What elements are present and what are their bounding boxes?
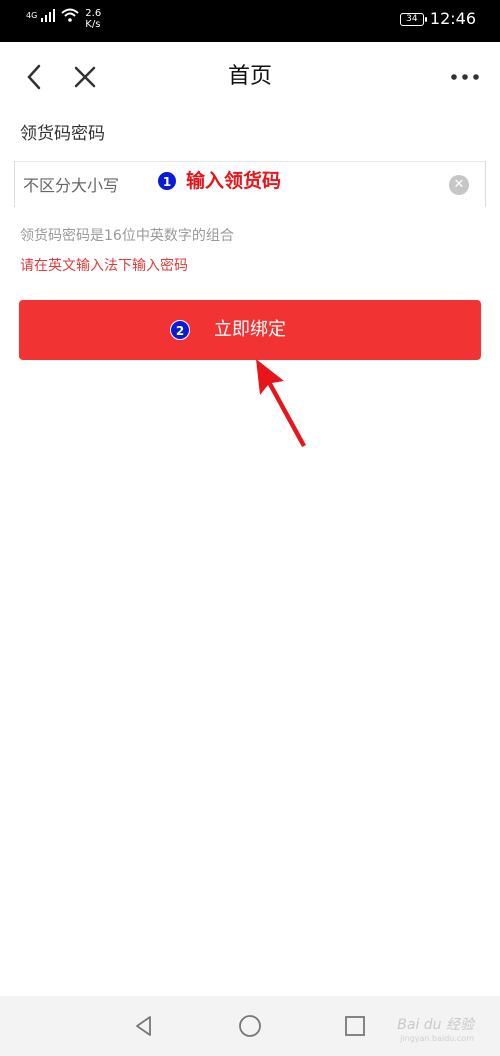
- more-dots-icon[interactable]: [448, 62, 482, 92]
- square-recent-icon[interactable]: [343, 1014, 367, 1038]
- hint-input-method: 请在英文输入法下输入密码: [20, 258, 188, 274]
- page-title: 首页: [227, 64, 272, 89]
- battery-level: 34: [406, 13, 418, 24]
- status-bar: 4G 2.6 K/s 34 12:46: [0, 0, 500, 42]
- battery-icon: 34: [399, 12, 427, 26]
- step-badge-1: 1: [157, 171, 177, 191]
- status-right: 34 12:46: [399, 9, 476, 28]
- system-nav-bar: Bai du 经验 jingyan.baidu.com: [0, 996, 500, 1056]
- speed-unit: K/s: [85, 19, 101, 30]
- bind-button[interactable]: 立即绑定: [19, 300, 481, 360]
- network-speed: 2.6 K/s: [85, 8, 101, 30]
- step-1-annotation: 输入领货码: [186, 170, 282, 192]
- pointer-arrow-icon: [256, 359, 306, 447]
- signal-icon: [41, 9, 56, 22]
- status-left: 4G 2.6 K/s: [26, 8, 101, 30]
- clear-icon[interactable]: ✕: [449, 175, 469, 195]
- triangle-back-icon[interactable]: [132, 1014, 156, 1038]
- clock: 12:46: [429, 9, 476, 28]
- watermark-url: jingyan.baidu.com: [400, 1034, 474, 1043]
- nav-bar: 首页: [0, 42, 500, 110]
- network-type: 4G: [26, 11, 38, 20]
- wifi-icon: [61, 8, 79, 22]
- watermark-logo: Bai du 经验: [397, 1017, 474, 1033]
- field-label: 领货码密码: [20, 124, 105, 144]
- step-badge-2: 2: [170, 320, 190, 340]
- hint-format: 领货码密码是16位中英数字的组合: [20, 228, 234, 244]
- circle-home-icon[interactable]: [238, 1014, 262, 1038]
- speed-value: 2.6: [85, 8, 102, 19]
